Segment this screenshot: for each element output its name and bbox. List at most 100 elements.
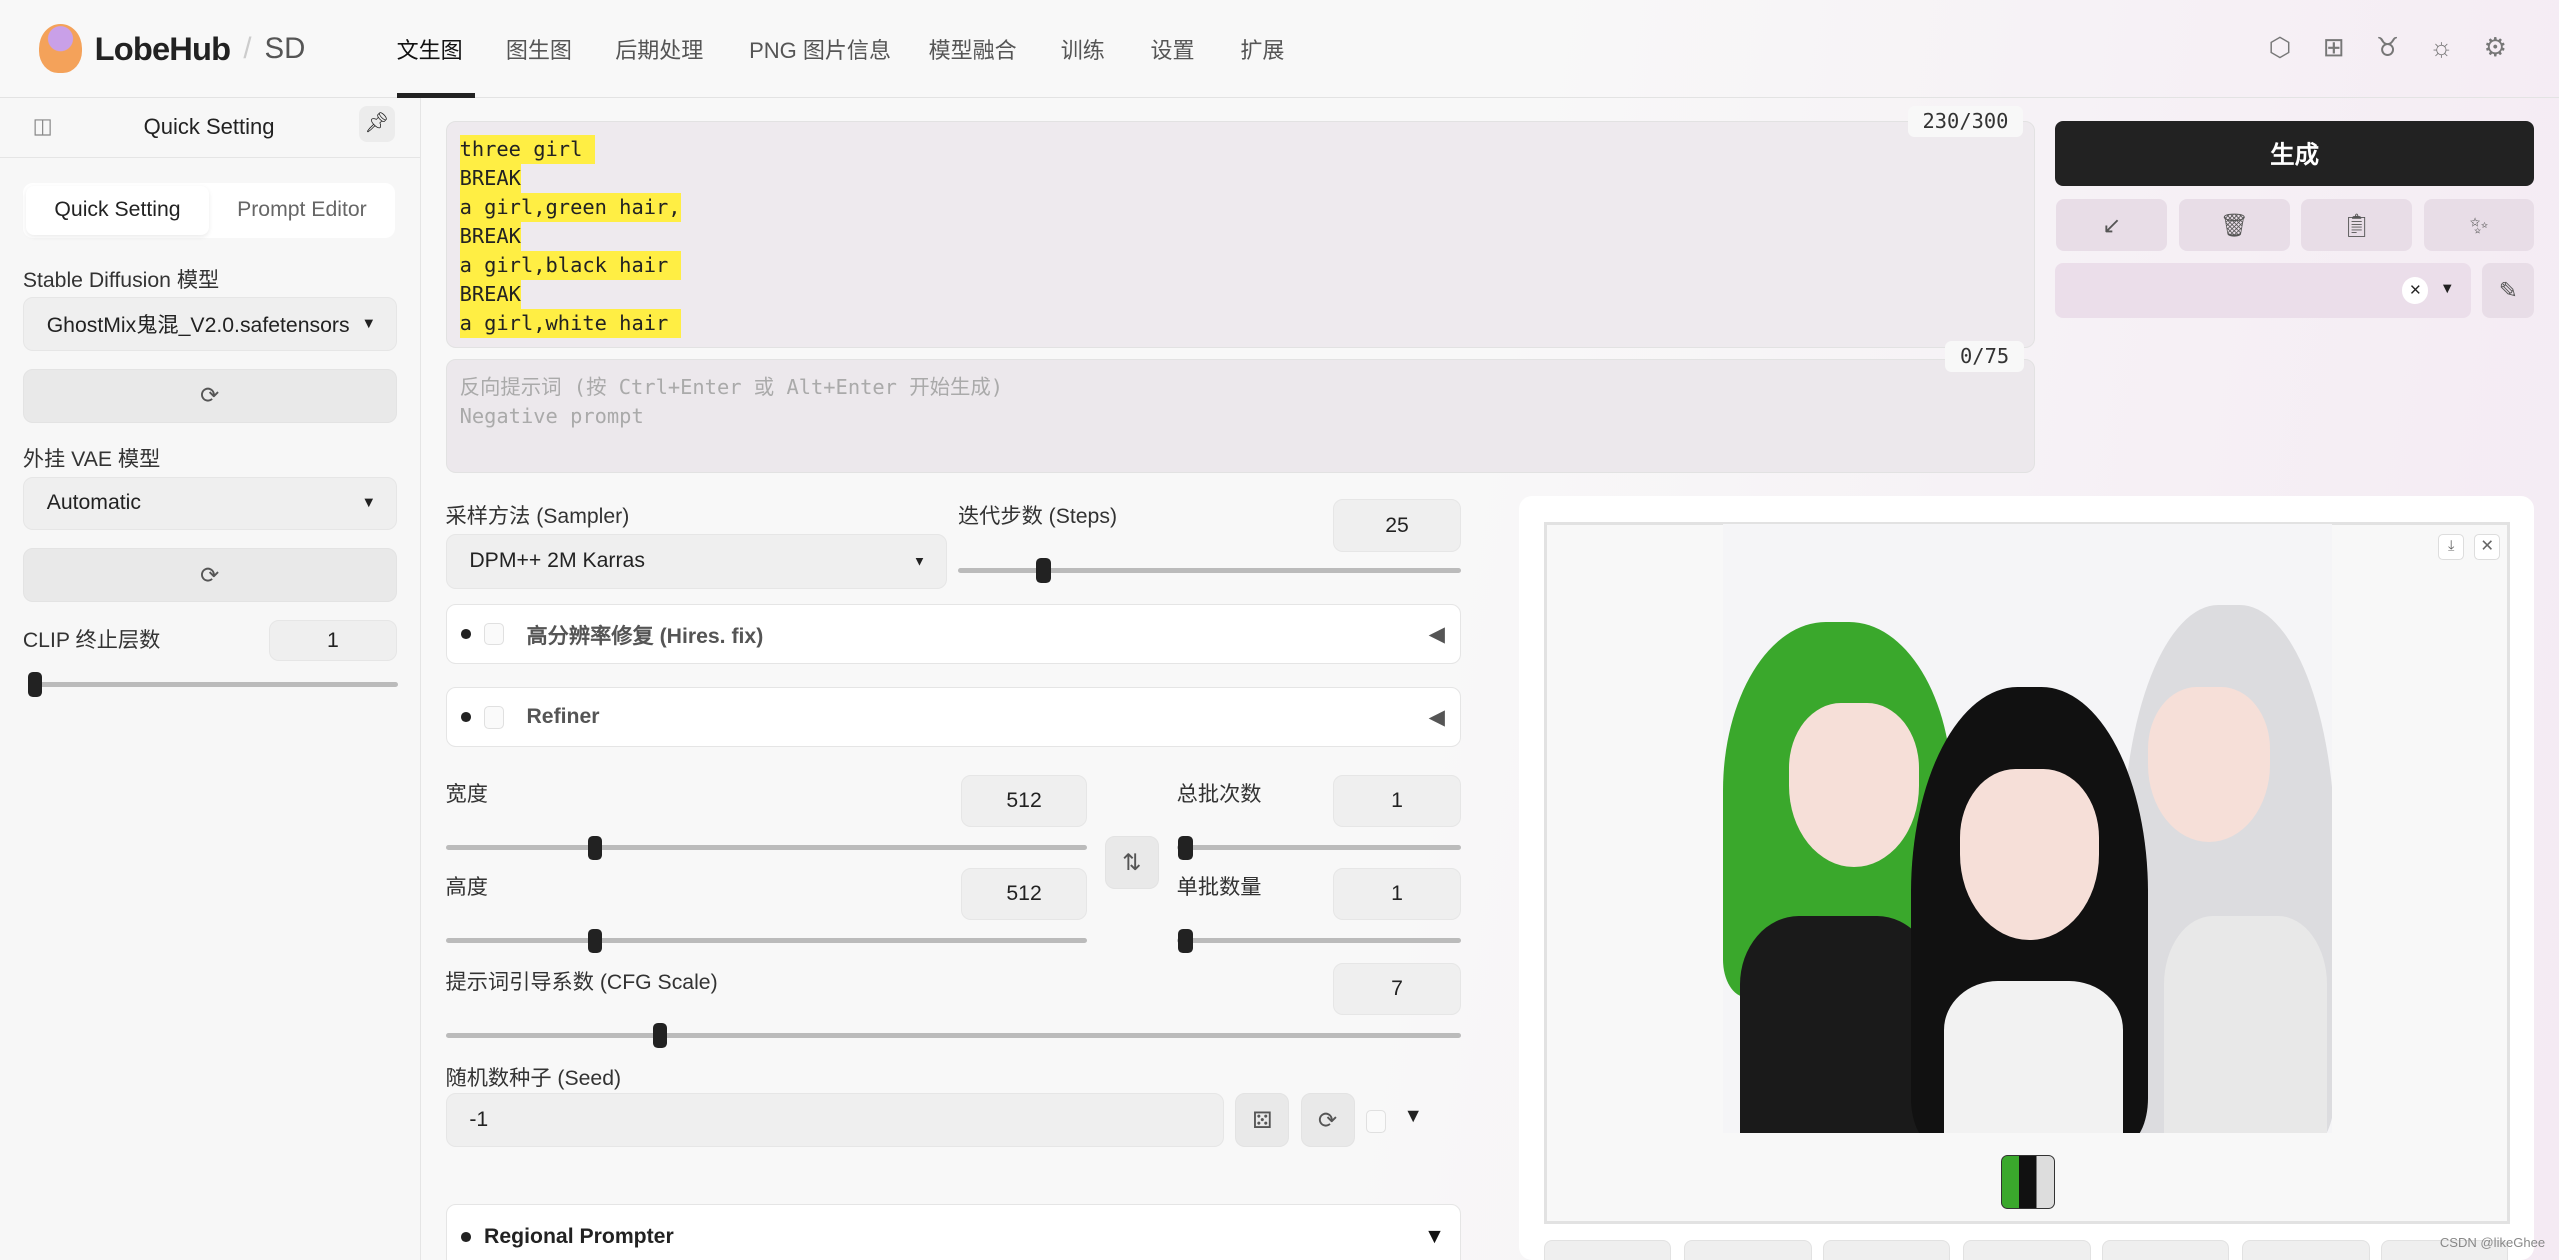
send-to-extras-button[interactable] [2242, 1240, 2370, 1260]
refresh-vae-button[interactable]: ⟳ [22, 548, 397, 603]
prompt-textarea[interactable]: three girl BREAK a girl,green hair, BREAK a… [445, 120, 2036, 348]
tab-model-merge[interactable]: 模型融合 [929, 33, 1017, 65]
tab-extras[interactable]: 后期处理 [615, 33, 703, 65]
tab-png-info[interactable]: PNG 图片信息 [749, 33, 891, 65]
refresh-sd-model-button[interactable]: ⟳ [22, 368, 397, 423]
batch-count-slider[interactable] [1176, 835, 1461, 861]
slider-thumb[interactable] [1178, 928, 1193, 954]
prompt-line: a girl,green hair, [459, 192, 681, 222]
caret-down-icon: ▼ [361, 315, 376, 332]
sun-icon[interactable]: ☼ [2425, 31, 2458, 64]
generated-image[interactable] [1723, 523, 2333, 1133]
tab-settings[interactable]: 设置 [1151, 33, 1195, 65]
zip-button[interactable] [1822, 1240, 1951, 1260]
hires-fix-checkbox[interactable] [484, 622, 504, 646]
sampler-select[interactable]: DPM++ 2M Karras ▼ [445, 533, 947, 590]
width-label: 宽度 [445, 782, 488, 806]
slider-thumb[interactable] [27, 672, 43, 697]
regional-prompter-accordion[interactable]: Regional Prompter ▼ [445, 1204, 1461, 1260]
sidebar-tabs: Quick Setting Prompt Editor [22, 182, 395, 239]
tab-img2img[interactable]: 图生图 [506, 33, 572, 65]
trash-icon: 🗑︎ [2219, 211, 2249, 238]
open-folder-button[interactable] [1543, 1240, 1672, 1260]
slider-thumb[interactable] [587, 928, 603, 954]
caret-down-icon: ▼ [2440, 280, 2455, 297]
cfg-scale-label: 提示词引导系数 (CFG Scale) [445, 970, 718, 994]
bullet-icon [461, 629, 471, 639]
reuse-seed-button[interactable]: ⟳ [1300, 1093, 1355, 1148]
edit-icon: ✎ [2498, 276, 2518, 303]
send-to-inpaint-button[interactable] [2102, 1240, 2230, 1260]
close-icon[interactable]: ✕ [2474, 533, 2501, 560]
refiner-checkbox[interactable] [484, 705, 504, 729]
tab-extensions[interactable]: 扩展 [1240, 33, 1284, 65]
seed-input[interactable]: -1 [445, 1093, 1224, 1148]
negative-prompt-textarea[interactable]: 反向提示词 (按 Ctrl+Enter 或 Alt+Enter 开始生成) Ne… [445, 359, 2036, 474]
grid-icon[interactable]: ⊞ [2317, 31, 2350, 64]
read-params-button[interactable]: ↙ [2056, 199, 2168, 252]
random-seed-button[interactable]: ⚄ [1235, 1093, 1290, 1148]
styles-select[interactable]: × ▼ [2054, 262, 2471, 319]
batch-size-slider[interactable] [1176, 928, 1461, 954]
tab-txt2img[interactable]: 文生图 [397, 33, 463, 65]
logo[interactable]: LobeHub / SD [39, 24, 306, 74]
refiner-accordion[interactable]: Refiner ◀ [445, 687, 1461, 748]
expand-triangle-icon[interactable]: ▼ [1404, 1105, 1423, 1128]
civitai-icon[interactable]: ⬡ [2264, 31, 2297, 64]
watermark: CSDN @likeGhee [2439, 1235, 2546, 1251]
gallery-thumbnail[interactable] [2000, 1155, 2055, 1210]
height-slider[interactable] [445, 928, 1087, 954]
cfg-scale-slider[interactable] [445, 1023, 1461, 1048]
clip-skip-input[interactable]: 1 [269, 620, 397, 661]
cfg-scale-input[interactable]: 7 [1333, 962, 1461, 1016]
refresh-icon: ⟳ [200, 382, 220, 409]
vae-select[interactable]: Automatic ▼ [22, 476, 397, 531]
prompt-line: BREAK [459, 221, 521, 251]
save-button[interactable] [1684, 1240, 1812, 1260]
slider-thumb[interactable] [1178, 835, 1193, 861]
download-icon[interactable]: ⤓ [2438, 533, 2465, 560]
batch-count-input[interactable]: 1 [1333, 775, 1461, 828]
vae-label: 外挂 VAE 模型 [22, 448, 161, 472]
width-slider[interactable] [445, 835, 1087, 861]
negative-placeholder-en: Negative prompt [459, 404, 644, 429]
clear-prompt-button[interactable]: 🗑︎ [2178, 199, 2290, 252]
tab-prompt-editor[interactable]: Prompt Editor [212, 186, 392, 235]
apply-styles-button[interactable]: 📋︎ [2301, 199, 2413, 252]
magic-wand-button[interactable]: ✨︎ [2423, 199, 2535, 252]
pin-icon[interactable]: 📌︎ [359, 106, 395, 142]
gear-icon[interactable]: ⚙ [2479, 31, 2512, 64]
steps-slider[interactable] [957, 558, 1461, 583]
tab-quick-setting[interactable]: Quick Setting [26, 186, 209, 235]
prompt-line: BREAK [459, 163, 521, 193]
height-input[interactable]: 512 [961, 868, 1087, 921]
slider-thumb[interactable] [587, 835, 603, 861]
generate-button[interactable]: 生成 [2054, 120, 2535, 187]
clip-skip-slider[interactable] [27, 672, 399, 697]
sidebar-title: Quick Setting [143, 114, 275, 140]
extra-seed-checkbox[interactable] [1365, 1109, 1386, 1133]
sd-model-value: GhostMix鬼混_V2.0.safetensors [46, 314, 349, 338]
clip-skip-label: CLIP 终止层数 [22, 629, 161, 653]
product-name: SD [264, 31, 306, 65]
send-to-img2img-button[interactable] [1963, 1240, 2091, 1260]
batch-size-input[interactable]: 1 [1333, 868, 1461, 921]
tab-train[interactable]: 训练 [1061, 33, 1105, 65]
refresh-icon: ⟳ [200, 561, 220, 588]
clear-style-icon[interactable]: × [2402, 277, 2429, 304]
slider-thumb[interactable] [1036, 558, 1051, 583]
bullet-icon [461, 1232, 471, 1242]
width-input[interactable]: 512 [961, 775, 1087, 828]
hires-fix-accordion[interactable]: 高分辨率修复 (Hires. fix) ◀ [445, 603, 1461, 665]
batch-count-label: 总批次数 [1176, 782, 1262, 806]
seed-value: -1 [469, 1108, 489, 1132]
sidebar-toggle-icon[interactable]: ◫ [33, 114, 53, 139]
github-icon[interactable]: ♉ [2371, 31, 2404, 64]
prompt-line: three girl [459, 134, 595, 164]
steps-input[interactable]: 25 [1333, 499, 1461, 552]
slider-thumb[interactable] [652, 1023, 668, 1048]
edit-styles-button[interactable]: ✎ [2482, 262, 2535, 319]
clipboard-icon: 📋︎ [2342, 211, 2372, 238]
sd-model-select[interactable]: GhostMix鬼混_V2.0.safetensors ▼ [22, 297, 397, 351]
swap-dimensions-button[interactable]: ⇅ [1104, 835, 1159, 890]
